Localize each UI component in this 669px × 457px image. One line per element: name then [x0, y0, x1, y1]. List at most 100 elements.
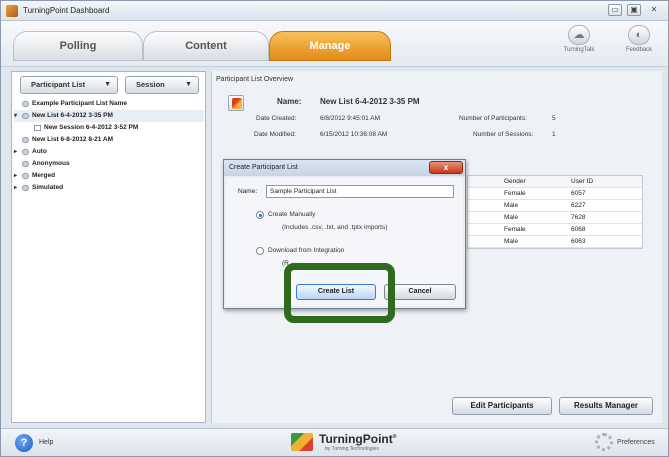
turningtalk-label: TurningTalk: [563, 47, 595, 53]
sessions-count-value: 1: [552, 131, 556, 138]
title-bar: TurningPoint Dashboard ▭ ▣ ✕: [1, 1, 668, 21]
participant-list-icon: [22, 101, 29, 107]
gender-cell: Male: [504, 214, 519, 221]
chevron-right-icon[interactable]: ▸: [14, 146, 20, 158]
callout-highlight-box: [284, 263, 395, 323]
participant-list-dropdown[interactable]: Participant List ▼: [20, 76, 118, 94]
create-manually-radio[interactable]: [256, 211, 264, 219]
edit-participants-button[interactable]: Edit Participants: [452, 397, 552, 415]
feedback-button[interactable]: ◐ Feedback: [619, 25, 659, 53]
main-tab-bar: Polling Content Manage ☁ TurningTalk ◐ F…: [1, 21, 668, 67]
chevron-right-icon[interactable]: ▸: [14, 170, 20, 182]
user-id-cell: 6057: [571, 190, 586, 197]
participants-count-value: 5: [552, 115, 556, 122]
edit-list-button[interactable]: [228, 95, 244, 111]
brand-subtitle: by Turning Technologies: [325, 446, 379, 452]
participant-list-icon: [22, 161, 29, 167]
user-id-cell: 6063: [571, 238, 586, 245]
download-integration-radio[interactable]: [256, 247, 264, 255]
tree-item-new-list-6-4-2012[interactable]: ▾ New List 6-4-2012 3-35 PM: [14, 110, 204, 122]
table-row[interactable]: Male 6227: [468, 200, 642, 212]
tree-item-label: Merged: [32, 172, 56, 179]
turningpoint-app-icon: [6, 5, 18, 17]
tree-item-label: New Session 6-4-2012 3-52 PM: [44, 124, 139, 131]
dialog-title: Create Participant List: [229, 164, 298, 171]
dialog-name-label: Name:: [238, 188, 258, 195]
feedback-label: Feedback: [625, 47, 653, 53]
session-dropdown[interactable]: Session ▼: [125, 76, 199, 94]
create-manually-label[interactable]: Create Manually: [268, 211, 315, 218]
participant-list-icon: [22, 185, 29, 191]
tree-item-anonymous[interactable]: Anonymous: [14, 158, 204, 170]
participants-count-label: Number of Participants:: [459, 115, 527, 122]
participant-list-icon: [22, 173, 29, 179]
minimize-button[interactable]: ▭: [608, 4, 622, 16]
table-row[interactable]: Female 6057: [468, 188, 642, 200]
results-manager-button[interactable]: Results Manager: [559, 397, 653, 415]
user-id-cell: 7628: [571, 214, 586, 221]
list-name-input[interactable]: Sample Participant List: [266, 185, 454, 198]
gender-cell: Male: [504, 238, 519, 245]
chevron-down-icon[interactable]: ▾: [14, 110, 20, 122]
preferences-label: Preferences: [617, 439, 655, 446]
participant-list-overview: Name: New List 6-4-2012 3-35 PM Date Cre…: [216, 87, 661, 149]
table-row[interactable]: Female 6068: [468, 224, 642, 236]
download-integration-label[interactable]: Download from Integration: [268, 247, 344, 254]
help-icon[interactable]: ?: [15, 434, 33, 452]
participant-list-dropdown-label: Participant List: [31, 80, 86, 89]
sessions-count-label: Number of Sessions:: [473, 131, 534, 138]
help-link[interactable]: Help: [39, 439, 53, 446]
participant-list-icon: [22, 113, 29, 119]
dialog-close-button[interactable]: x: [429, 161, 463, 174]
gear-icon: [595, 433, 613, 451]
column-header-user-id[interactable]: User ID: [571, 176, 593, 187]
gender-cell: Female: [504, 190, 526, 197]
turningtalk-icon: ☁: [568, 25, 590, 45]
brand-name: TurningPoint®: [319, 432, 397, 446]
table-header-row: Gender User ID: [468, 176, 642, 188]
chevron-right-icon[interactable]: ▸: [14, 182, 20, 194]
session-document-icon: [34, 125, 41, 131]
tree-item-label: New List 6-8-2012 8-21 AM: [32, 136, 114, 143]
tree-item-example-list[interactable]: Example Participant List Name: [14, 98, 204, 110]
feedback-icon: ◐: [628, 25, 650, 45]
turningpoint-dashboard-window: TurningPoint Dashboard ▭ ▣ ✕ Polling Con…: [0, 0, 669, 457]
tab-content[interactable]: Content: [143, 31, 269, 61]
date-created-label: Date Created:: [256, 115, 297, 122]
date-created-value: 6/8/2012 9:45:01 AM: [320, 115, 380, 122]
turningpoint-logo-icon: [291, 433, 313, 451]
tree-item-label: Anonymous: [32, 160, 70, 167]
gender-cell: Male: [504, 202, 519, 209]
session-dropdown-label: Session: [136, 80, 165, 89]
column-header-gender[interactable]: Gender: [504, 176, 526, 187]
maximize-button[interactable]: ▣: [627, 4, 641, 16]
bottom-bar: ? Help TurningPoint® by Turning Technolo…: [1, 428, 668, 456]
date-modified-label: Date Modified:: [254, 131, 296, 138]
turningtalk-button[interactable]: ☁ TurningTalk: [559, 25, 599, 53]
user-id-cell: 6227: [571, 202, 586, 209]
tab-polling[interactable]: Polling: [13, 31, 143, 61]
tree-item-new-list-6-8-2012[interactable]: New List 6-8-2012 8-21 AM: [14, 134, 204, 146]
name-label: Name:: [277, 97, 302, 106]
tree-item-simulated[interactable]: ▸ Simulated: [14, 182, 204, 194]
close-window-button[interactable]: ✕: [647, 4, 661, 16]
window-title: TurningPoint Dashboard: [23, 6, 110, 15]
participant-list-icon: [22, 149, 29, 155]
tree-item-merged[interactable]: ▸ Merged: [14, 170, 204, 182]
overview-section-title: Participant List Overview: [216, 76, 294, 83]
tab-manage[interactable]: Manage: [269, 31, 391, 61]
date-modified-value: 6/15/2012 10:36:08 AM: [320, 131, 388, 138]
list-name-value: New List 6-4-2012 3-35 PM: [320, 97, 420, 106]
table-row[interactable]: Male 6063: [468, 236, 642, 248]
tree-item-new-session[interactable]: New Session 6-4-2012 3-52 PM: [14, 122, 204, 134]
edit-pencil-icon: [232, 98, 242, 109]
table-row[interactable]: Male 7628: [468, 212, 642, 224]
tree-item-label: Simulated: [32, 184, 64, 191]
tree-item-label: New List 6-4-2012 3-35 PM: [32, 112, 113, 119]
tree-item-auto[interactable]: ▸ Auto: [14, 146, 204, 158]
chevron-down-icon: ▼: [185, 81, 192, 88]
tree-item-label: Auto: [32, 148, 47, 155]
participant-list-tree: Example Participant List Name ▾ New List…: [14, 98, 204, 194]
user-id-cell: 6068: [571, 226, 586, 233]
dialog-title-bar: Create Participant List x: [224, 160, 465, 176]
